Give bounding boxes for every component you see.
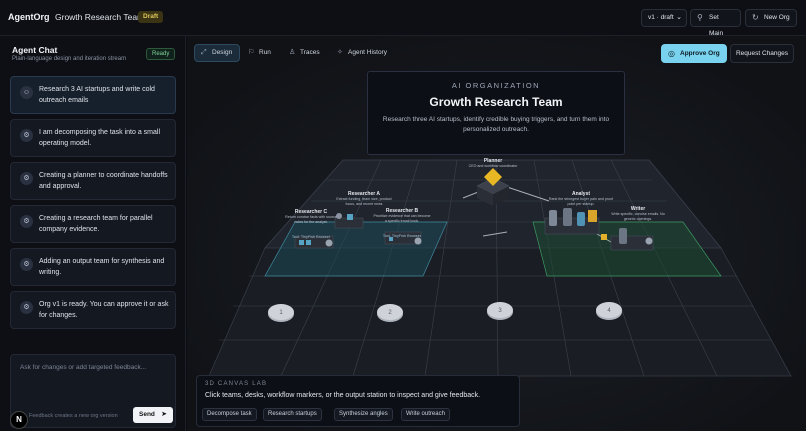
chat-message-user[interactable]: ☺ Research 3 AI startups and write cold …: [10, 76, 176, 114]
node-desc: Write specific, concise emails. No gener…: [611, 212, 665, 221]
message-text: I am decomposing the task into a small o…: [39, 129, 161, 147]
message-text: Research 3 AI startups and write cold ou…: [39, 86, 155, 104]
check-circle-icon: ◎: [668, 49, 675, 58]
chat-title: Agent Chat: [12, 45, 58, 55]
project-title: Growth Research Team: [55, 12, 145, 22]
researcher-c-node[interactable]: Researcher C Return concise facts with s…: [281, 209, 341, 239]
lab-instructions: Click teams, desks, workflow markers, or…: [205, 392, 481, 399]
set-main-button[interactable]: ⚲ Set Main: [690, 9, 741, 37]
agent-icon: ⚙: [20, 258, 33, 271]
feedback-placeholder: Ask for changes or add targeted feedback…: [20, 364, 147, 371]
pin-icon: ⚲: [697, 13, 703, 22]
node-desc: CEO and workflow coordinator: [468, 164, 518, 168]
tab-design[interactable]: ⤢ Design: [194, 44, 241, 62]
node-desc: Return concise facts with source notes f…: [285, 215, 337, 224]
writer-node[interactable]: Writer Write specific, concise emails. N…: [607, 206, 669, 221]
node-tool: Tool: TinyFish Browser: [291, 235, 331, 239]
send-icon: ➤: [161, 411, 167, 418]
dev-indicator-icon[interactable]: N: [10, 411, 28, 429]
agent-icon: ⚙: [20, 301, 33, 314]
node-tool: Tool: TinyFish Browser: [382, 234, 422, 238]
feedback-input[interactable]: Ask for changes or add targeted feedback…: [10, 354, 176, 428]
chat-subtitle: Plain-language design and iteration stre…: [12, 56, 127, 62]
org-kicker: AI ORGANIZATION: [451, 81, 541, 90]
request-label: Request Changes: [735, 50, 789, 57]
tab-label: Agent History: [348, 49, 388, 56]
planner-node[interactable]: Planner CEO and workflow coordinator: [467, 158, 519, 169]
chat-message-agent[interactable]: ⚙ I am decomposing the task into a small…: [10, 119, 176, 157]
send-label: Send: [139, 411, 155, 418]
message-text: Org v1 is ready. You can approve it or a…: [39, 301, 169, 319]
approve-label: Approve Org: [680, 50, 720, 57]
version-select[interactable]: v1 · draft ⌄: [641, 9, 687, 27]
set-main-label: Set Main: [709, 14, 724, 37]
message-text: Creating a research team for parallel co…: [39, 215, 153, 233]
top-bar: AgentOrg Growth Research Team Draft v1 ·…: [0, 0, 806, 37]
composer-hint: Feedback creates a new org version: [29, 413, 118, 419]
agent-icon: ⚙: [20, 172, 33, 185]
chat-message-agent[interactable]: ⚙ Adding an output team for synthesis an…: [10, 248, 176, 286]
run-icon: ⚐: [248, 49, 255, 56]
agent-icon: ⚙: [20, 215, 33, 228]
chat-message-agent[interactable]: ⚙ Org v1 is ready. You can approve it or…: [10, 291, 176, 329]
message-text: Creating a planner to coordinate handoff…: [39, 172, 168, 190]
node-desc: Rank the strongest buyer pain and proof …: [548, 197, 614, 206]
tab-label: Traces: [300, 49, 320, 56]
tab-traces[interactable]: ♙ Traces: [283, 44, 327, 62]
tab-agent-history[interactable]: ✧ Agent History: [331, 44, 394, 62]
new-org-label: New Org: [764, 14, 790, 21]
canvas-lab-panel: 3D CANVAS LAB Click teams, desks, workfl…: [196, 375, 520, 427]
chat-message-agent[interactable]: ⚙ Creating a research team for parallel …: [10, 205, 176, 243]
history-icon: ✧: [337, 49, 343, 56]
org-canvas[interactable]: 1 2 3 4 ⤢ Design ⚐ Run ♙ Traces ✧ Agent …: [187, 36, 806, 431]
request-changes-button[interactable]: Request Changes: [730, 44, 794, 63]
researcher-a-node[interactable]: Researcher A Extract funding, team size,…: [333, 191, 395, 206]
ready-badge: Ready: [146, 48, 176, 60]
new-org-button[interactable]: ↻ New Org: [745, 9, 797, 27]
agent-icon: ⚙: [20, 129, 33, 142]
tab-label: Run: [259, 49, 271, 56]
brand-logo[interactable]: AgentOrg: [8, 12, 50, 22]
user-icon: ☺: [20, 86, 33, 99]
approve-org-button[interactable]: ◎ Approve Org: [661, 44, 727, 63]
org-summary-card[interactable]: AI ORGANIZATION Growth Research Team Res…: [367, 71, 625, 155]
chip-research-startups[interactable]: Research startups: [263, 408, 322, 421]
version-value: v1 · draft: [648, 14, 674, 21]
send-button[interactable]: Send ➤: [133, 407, 173, 423]
node-desc: Prioritize evidence that can become a sp…: [373, 214, 431, 223]
node-desc: Extract funding, team size, product focu…: [336, 197, 392, 206]
tab-label: Design: [212, 49, 233, 56]
refresh-icon: ↻: [752, 13, 759, 22]
design-icon: ⤢: [201, 49, 207, 56]
traces-icon: ♙: [289, 49, 296, 56]
status-badge: Draft: [138, 11, 164, 23]
org-description: Research three AI startups, identify cre…: [382, 116, 610, 133]
tab-run[interactable]: ⚐ Run: [242, 44, 278, 62]
message-text: Adding an output team for synthesis and …: [39, 258, 165, 276]
agent-chat-panel: Agent Chat Plain-language design and ite…: [0, 36, 186, 431]
analyst-node[interactable]: Analyst Rank the strongest buyer pain an…: [545, 191, 617, 206]
chat-message-agent[interactable]: ⚙ Creating a planner to coordinate hando…: [10, 162, 176, 200]
chip-write-outreach[interactable]: Write outreach: [401, 408, 450, 421]
chip-synthesize-angles[interactable]: Synthesize angles: [334, 408, 393, 421]
chip-decompose-task[interactable]: Decompose task: [202, 408, 257, 421]
researcher-b-node[interactable]: Researcher B Prioritize evidence that ca…: [373, 208, 431, 238]
lab-kicker: 3D CANVAS LAB: [205, 381, 268, 387]
chevron-down-icon: ⌄: [676, 14, 682, 21]
org-title: Growth Research Team: [429, 95, 563, 109]
